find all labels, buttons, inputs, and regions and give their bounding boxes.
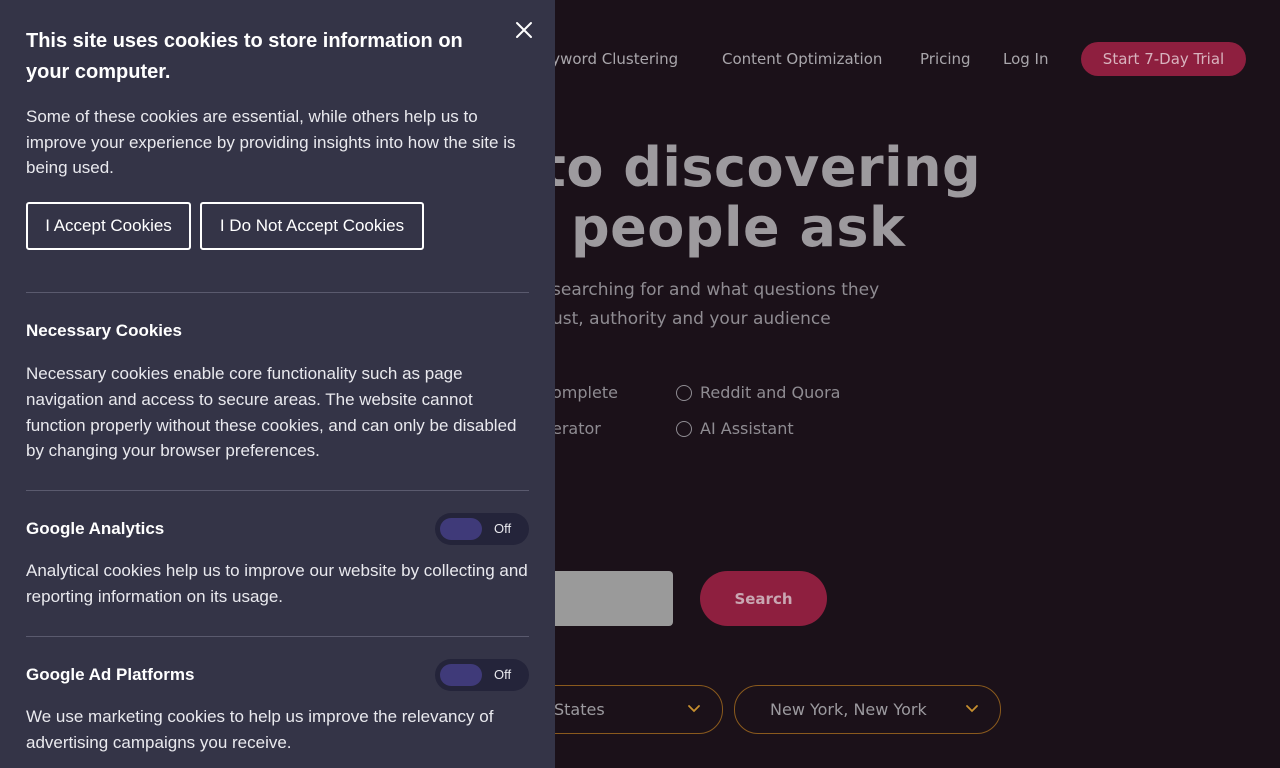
city-select-value: New York, New York (770, 700, 927, 719)
divider (26, 490, 529, 491)
toggle-label: Off (494, 667, 512, 682)
nav-pricing[interactable]: Pricing (920, 50, 971, 68)
option-label: omplete (552, 383, 618, 402)
option-autocomplete[interactable]: omplete (552, 383, 618, 402)
option-label: AI Assistant (700, 419, 794, 438)
chevron-down-icon (966, 705, 978, 713)
divider (26, 636, 529, 637)
google-ad-platforms-title: Google Ad Platforms (26, 665, 195, 684)
google-ad-platforms-toggle[interactable]: Off (435, 659, 529, 691)
hero-subtitle-line-1: searching for and what questions they (552, 280, 880, 300)
decline-cookies-button[interactable]: I Do Not Accept Cookies (200, 202, 424, 250)
google-analytics-title: Google Analytics (26, 519, 165, 538)
city-select[interactable]: New York, New York (734, 685, 1001, 734)
nav-keyword-clustering[interactable]: eyword Clustering (542, 50, 678, 68)
option-label: Reddit and Quora (700, 383, 841, 402)
necessary-cookies-text: Necessary cookies enable core functional… (26, 364, 517, 461)
toggle-knob (440, 664, 482, 686)
close-icon[interactable] (513, 19, 535, 41)
toggle-label: Off (494, 521, 512, 536)
option-ai-assistant[interactable]: AI Assistant (676, 419, 794, 438)
accept-cookies-button[interactable]: I Accept Cookies (26, 202, 191, 250)
option-generator[interactable]: erator (552, 419, 601, 438)
google-ad-platforms-text: We use marketing cookies to help us impr… (26, 707, 494, 752)
cookie-consent-panel: This site uses cookies to store informat… (0, 0, 555, 768)
divider (26, 292, 529, 293)
nav-log-in[interactable]: Log In (1003, 50, 1049, 68)
start-trial-button[interactable]: Start 7-Day Trial (1081, 42, 1246, 76)
radio-icon (676, 420, 692, 437)
radio-icon (676, 384, 692, 401)
google-analytics-text: Analytical cookies help us to improve ou… (26, 561, 528, 606)
hero-title-line-2: people ask (571, 196, 906, 259)
google-analytics-toggle[interactable]: Off (435, 513, 529, 545)
cookie-panel-intro: Some of these cookies are essential, whi… (26, 107, 516, 177)
option-reddit-quora[interactable]: Reddit and Quora (676, 383, 840, 402)
search-input[interactable] (540, 571, 673, 626)
nav-content-optimization[interactable]: Content Optimization (722, 50, 882, 68)
hero-title-line-1: to discovering (540, 136, 982, 199)
search-button[interactable]: Search (700, 571, 827, 626)
chevron-down-icon (688, 705, 700, 713)
necessary-cookies-title: Necessary Cookies (26, 321, 182, 340)
country-select-value: States (554, 700, 605, 719)
cookie-panel-title: This site uses cookies to store informat… (26, 30, 463, 83)
toggle-knob (440, 518, 482, 540)
hero-subtitle-line-2: ust, authority and your audience (552, 309, 831, 329)
option-label: erator (552, 419, 601, 438)
